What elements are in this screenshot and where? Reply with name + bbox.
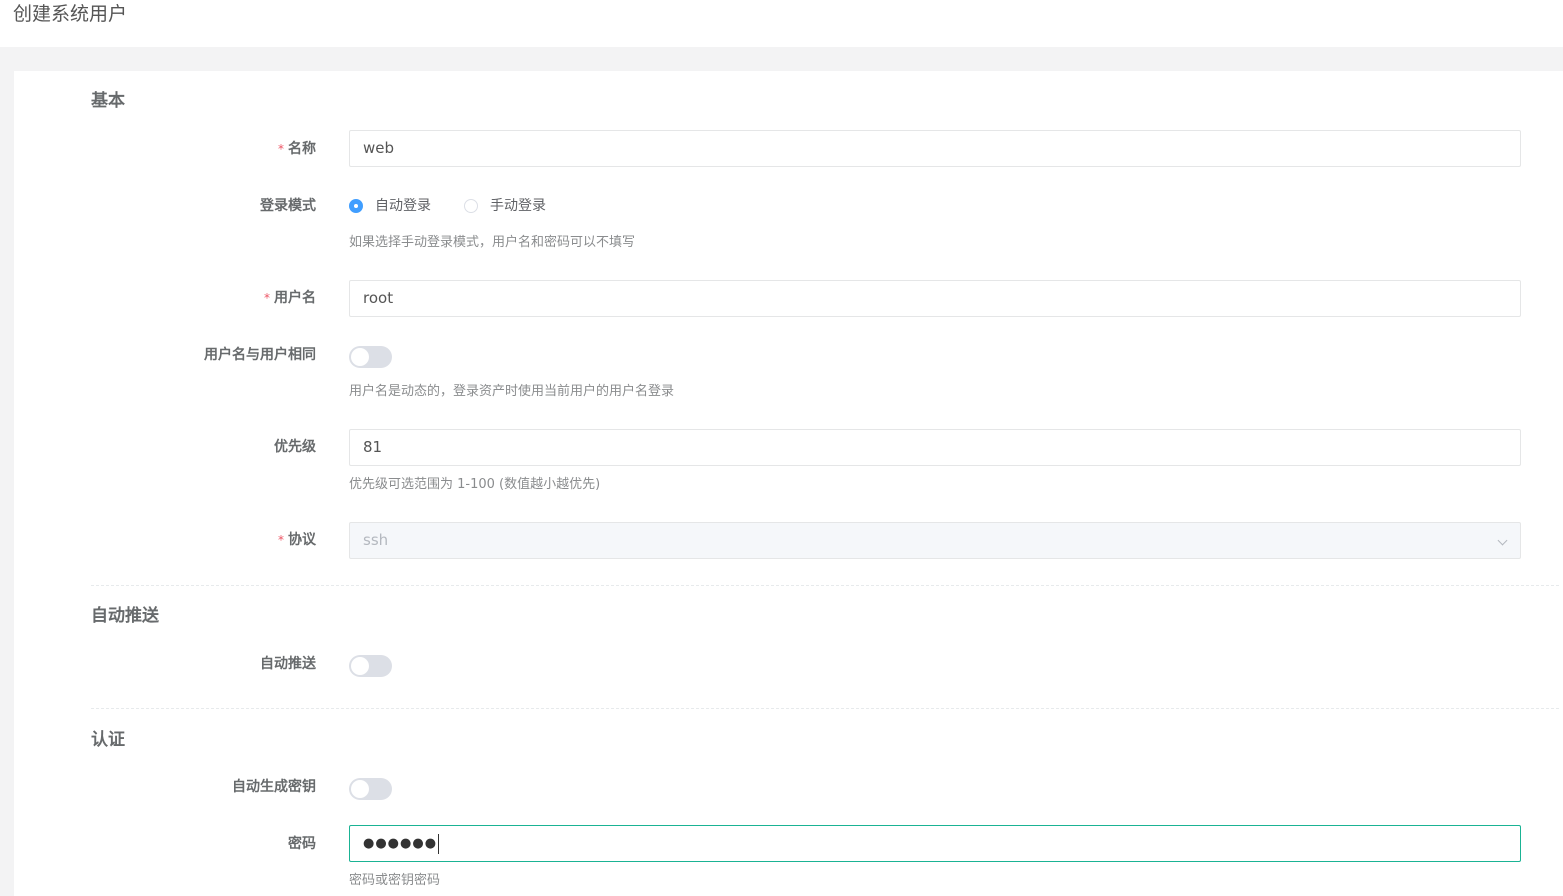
username-label: * 用户名 — [264, 290, 316, 306]
login-mode-help: 如果选择手动登录模式，用户名和密码可以不填写 — [349, 235, 636, 250]
page-header: 创建系统用户 — [0, 0, 1563, 47]
priority-input-value: 81 — [363, 438, 383, 456]
username-same-label: 用户名与用户相同 — [204, 347, 316, 363]
radio-unchecked-icon — [464, 199, 478, 213]
radio-checked-icon — [349, 199, 363, 213]
username-same-help: 用户名是动态的，登录资产时使用当前用户的用户名登录 — [349, 384, 675, 399]
password-input[interactable]: ●●●●●● — [349, 825, 1521, 862]
radio-manual-login-label: 手动登录 — [490, 198, 546, 214]
auto-generate-key-label: 自动生成密钥 — [232, 779, 316, 795]
protocol-select-value: ssh — [363, 531, 389, 549]
auto-push-switch[interactable] — [349, 655, 392, 677]
switch-knob — [351, 348, 369, 366]
password-input-value: ●●●●●● — [363, 826, 440, 861]
password-help: 密码或密钥密码 — [349, 873, 441, 888]
auto-generate-key-switch[interactable] — [349, 778, 392, 800]
username-same-switch[interactable] — [349, 346, 392, 368]
username-input[interactable]: root — [349, 280, 1521, 317]
name-label: * 名称 — [278, 141, 316, 157]
section-title-auth: 认证 — [91, 730, 125, 750]
protocol-select[interactable]: ssh — [349, 522, 1521, 559]
section-title-basic: 基本 — [91, 91, 125, 111]
required-mark: * — [264, 291, 270, 305]
name-input[interactable]: web — [349, 130, 1521, 167]
required-mark: * — [278, 142, 284, 156]
text-caret — [438, 833, 440, 854]
priority-label: 优先级 — [274, 439, 316, 455]
password-label: 密码 — [288, 836, 316, 852]
section-divider — [91, 585, 1559, 586]
page-title: 创建系统用户 — [13, 3, 128, 25]
priority-input[interactable]: 81 — [349, 429, 1521, 466]
switch-knob — [351, 780, 369, 798]
switch-knob — [351, 657, 369, 675]
chevron-down-icon — [1497, 535, 1508, 546]
name-input-value: web — [363, 139, 395, 157]
auto-push-label: 自动推送 — [260, 656, 316, 672]
required-mark: * — [278, 533, 284, 547]
protocol-label: * 协议 — [278, 532, 316, 548]
username-input-value: root — [363, 289, 394, 307]
section-title-auto-push: 自动推送 — [91, 606, 159, 626]
form-card — [14, 71, 1563, 896]
login-mode-label: 登录模式 — [260, 198, 316, 214]
priority-help: 优先级可选范围为 1-100 (数值越小越优先) — [349, 477, 601, 492]
radio-auto-login-label: 自动登录 — [375, 198, 431, 214]
section-divider — [91, 708, 1559, 709]
